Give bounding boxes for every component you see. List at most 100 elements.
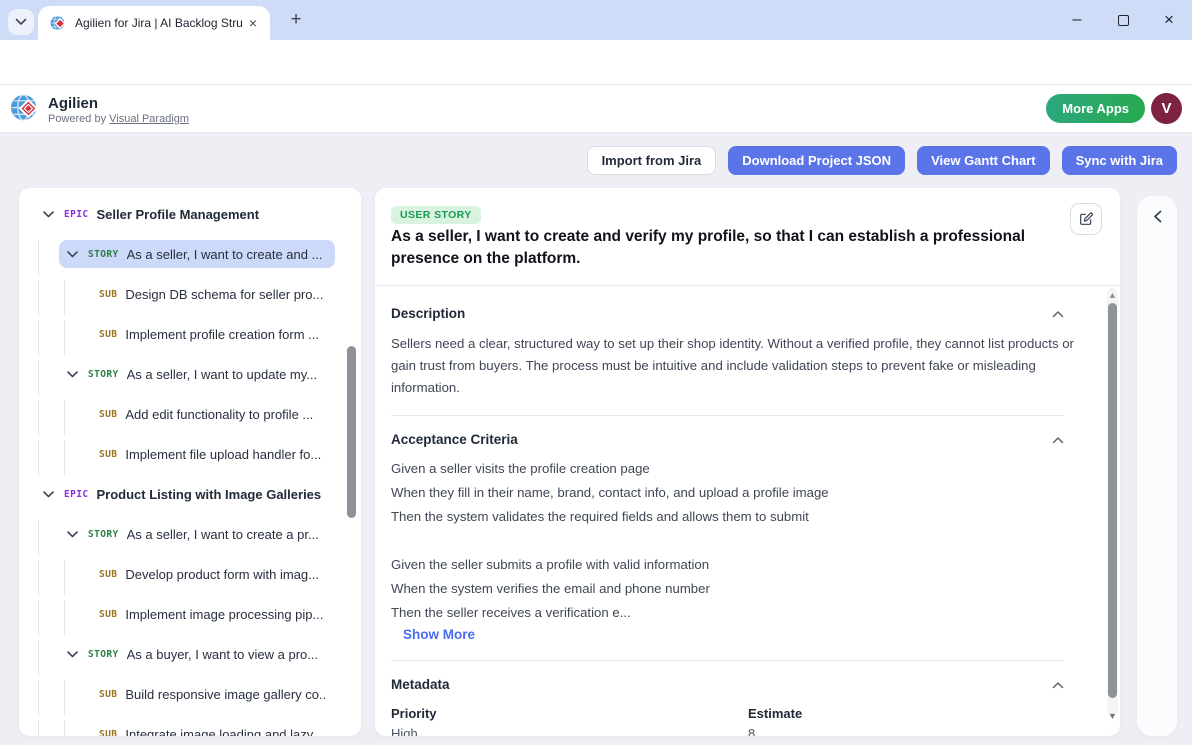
metadata-heading: Metadata <box>391 677 450 692</box>
tree-row-sub[interactable]: SUB Design DB schema for seller pro... <box>19 280 361 316</box>
detail-scroll-down-icon[interactable]: ▼ <box>1108 712 1117 721</box>
download-project-json-button[interactable]: Download Project JSON <box>728 146 905 175</box>
acceptance-line: Given the seller submits a profile with … <box>391 553 1064 577</box>
item-type-badge: SUB <box>99 409 117 420</box>
tree-chevron-down-icon[interactable] <box>67 251 80 258</box>
import-from-jira-button[interactable]: Import from Jira <box>587 146 717 175</box>
powered-by: Powered by Visual Paradigm <box>48 113 189 125</box>
item-label: Product Listing with Image Galleries <box>96 487 321 502</box>
story-title: As a seller, I want to create and verify… <box>391 226 1063 270</box>
tree-row-sub[interactable]: SUB Develop product form with imag... <box>19 560 361 596</box>
tree-chevron-down-icon[interactable] <box>67 371 80 378</box>
app-window: Agilien for Jira | AI Backlog Stru × + –… <box>0 0 1192 745</box>
acceptance-heading: Acceptance Criteria <box>391 432 518 447</box>
chevron-up-icon <box>1052 436 1064 444</box>
chevron-up-icon <box>1052 681 1064 689</box>
item-type-badge: SUB <box>99 449 117 460</box>
collapse-panel-button[interactable] <box>1137 210 1177 223</box>
backlog-tree-panel: EPICSeller Profile ManagementSTORYAs a s… <box>18 187 362 737</box>
item-label: Implement file upload handler fo... <box>125 447 321 462</box>
item-type-badge: SUB <box>99 329 117 340</box>
window-minimize-button[interactable]: – <box>1054 0 1100 40</box>
tree-row-story[interactable]: STORY As a buyer, I want to view a pro... <box>19 640 361 676</box>
user-avatar[interactable]: V <box>1151 93 1182 124</box>
app-header <box>0 85 1192 133</box>
item-label: Develop product form with imag... <box>125 567 319 582</box>
acceptance-line <box>391 529 1064 553</box>
description-text: Sellers need a clear, structured way to … <box>391 333 1079 399</box>
detail-scroll-up-icon[interactable]: ▲ <box>1108 291 1117 300</box>
section-divider <box>391 660 1064 661</box>
description-heading: Description <box>391 306 465 321</box>
tree-row-story[interactable]: STORY As a seller, I want to update my... <box>19 360 361 396</box>
app-title: Agilien <box>48 95 98 112</box>
tree-row-sub[interactable]: SUBAdd edit functionality to profile ... <box>19 400 361 436</box>
sync-with-jira-button[interactable]: Sync with Jira <box>1062 146 1177 175</box>
tree-row-sub[interactable]: SUB Implement profile creation form ... <box>19 320 361 356</box>
tree-row-story[interactable]: STORYAs a seller, I want to create and .… <box>19 240 361 276</box>
item-type-badge: STORY <box>88 529 119 540</box>
browser-titlebar: Agilien for Jira | AI Backlog Stru × + –… <box>0 0 1192 40</box>
user-story-badge: USER STORY <box>391 206 481 224</box>
acceptance-line: Then the seller receives a verification … <box>391 601 1064 625</box>
item-label: Implement profile creation form ... <box>125 327 319 342</box>
tree-row-sub[interactable]: SUBBuild responsive image gallery co... <box>19 680 361 716</box>
show-more-link[interactable]: Show More <box>403 627 475 642</box>
acceptance-line: When they fill in their name, brand, con… <box>391 481 1064 505</box>
acceptance-collapse-button[interactable] <box>1052 436 1064 444</box>
window-close-button[interactable]: × <box>1146 0 1192 40</box>
detail-body: Description Sellers need a clear, struct… <box>375 286 1120 737</box>
item-type-badge: STORY <box>88 649 119 660</box>
description-collapse-button[interactable] <box>1052 310 1064 318</box>
acceptance-line: Given a seller visits the profile creati… <box>391 457 1064 481</box>
priority-value: High <box>391 726 748 737</box>
item-type-badge: SUB <box>99 289 117 300</box>
item-type-badge: STORY <box>88 249 119 260</box>
right-collapse-panel[interactable] <box>1136 195 1178 737</box>
tree-row-epic[interactable]: EPIC Seller Profile Management <box>19 200 361 236</box>
tree-row-story[interactable]: STORYAs a seller, I want to create a pr.… <box>19 520 361 556</box>
item-type-badge: STORY <box>88 369 119 380</box>
item-type-badge: SUB <box>99 689 117 700</box>
more-apps-button[interactable]: More Apps <box>1046 94 1145 123</box>
item-type-badge: EPIC <box>64 489 88 500</box>
chevron-left-icon <box>1153 210 1162 223</box>
browser-tab[interactable]: Agilien for Jira | AI Backlog Stru × <box>38 6 270 40</box>
tree-chevron-down-icon[interactable] <box>67 531 80 538</box>
tab-search-button[interactable] <box>8 9 34 35</box>
tree-chevron-down-icon[interactable] <box>67 651 80 658</box>
item-type-badge: SUB <box>99 569 117 580</box>
tree-row-sub[interactable]: SUB Integrate image loading and lazy... <box>19 720 361 737</box>
item-label: Implement image processing pip... <box>125 607 323 622</box>
tree-row-sub[interactable]: SUB Implement file upload handler fo... <box>19 440 361 476</box>
edit-pencil-icon <box>1078 211 1094 227</box>
tree-chevron-down-icon[interactable] <box>43 491 56 498</box>
detail-scrollbar-thumb[interactable] <box>1108 303 1117 698</box>
item-type-badge: SUB <box>99 729 117 738</box>
tree-row-sub[interactable]: SUBImplement image processing pip... <box>19 600 361 636</box>
powered-by-prefix: Powered by <box>48 113 109 125</box>
acceptance-criteria-text: Given a seller visits the profile creati… <box>391 457 1064 625</box>
item-label: Design DB schema for seller pro... <box>125 287 323 302</box>
tree-row-epic[interactable]: EPIC Product Listing with Image Galleries <box>19 480 361 516</box>
tab-title: Agilien for Jira | AI Backlog Stru <box>75 16 244 30</box>
window-maximize-button[interactable] <box>1100 0 1146 40</box>
section-divider <box>391 415 1064 416</box>
item-type-badge: EPIC <box>64 209 88 220</box>
story-detail-panel: USER STORY As a seller, I want to create… <box>374 187 1121 737</box>
tab-close-icon[interactable]: × <box>244 14 262 32</box>
item-label: As a seller, I want to update my... <box>127 367 318 382</box>
visual-paradigm-link[interactable]: Visual Paradigm <box>109 113 189 125</box>
acceptance-line: Then the system validates the required f… <box>391 505 1064 529</box>
metadata-collapse-button[interactable] <box>1052 681 1064 689</box>
view-gantt-chart-button[interactable]: View Gantt Chart <box>917 146 1050 175</box>
item-label: Integrate image loading and lazy... <box>125 727 323 738</box>
edit-button[interactable] <box>1070 203 1102 235</box>
new-tab-button[interactable]: + <box>284 8 308 32</box>
item-label: Seller Profile Management <box>96 207 259 222</box>
item-label: As a buyer, I want to view a pro... <box>127 647 318 662</box>
priority-label: Priority <box>391 706 748 721</box>
tree-scrollbar-thumb[interactable] <box>347 346 356 518</box>
tree-chevron-down-icon[interactable] <box>43 211 56 218</box>
chevron-up-icon <box>1052 310 1064 318</box>
